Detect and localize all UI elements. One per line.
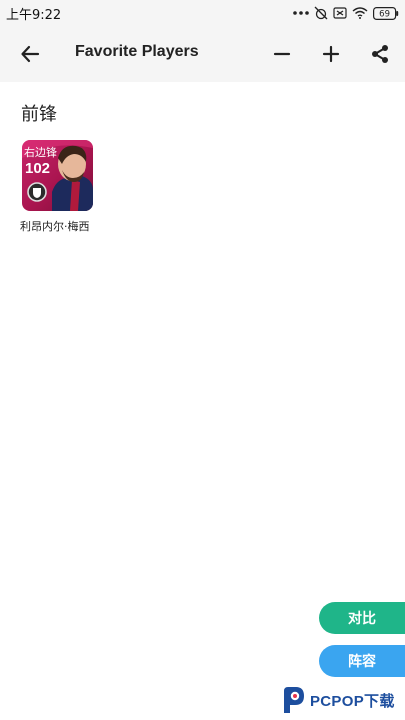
page-title: Favorite Players [75,43,199,60]
status-bar: 上午9:22 69 [0,0,405,26]
section-title: 前锋 [21,104,57,125]
share-button[interactable] [366,40,394,68]
watermark-logo-icon [284,687,304,713]
back-button[interactable] [16,40,44,68]
card-rating: 102 [25,160,51,177]
more-dots-icon [293,11,309,15]
lineup-button[interactable]: 阵容 [319,645,405,677]
watermark: PCPOP下载 [280,684,395,716]
app-screen: 上午9:22 69 Favorite Players 前锋 右边锋 102 利昂… [0,0,405,720]
player-card[interactable]: 右边锋 102 利昂内尔·梅西 [20,138,96,238]
minus-icon [273,52,291,56]
compare-button[interactable]: 对比 [319,602,405,634]
plus-icon [322,45,340,63]
status-time: 上午9:22 [6,8,62,23]
wifi-icon [352,7,368,19]
arrow-back-icon [21,45,40,63]
sim-card-icon [333,7,347,19]
status-icons: 69 [293,3,399,23]
app-bar: Favorite Players [0,26,405,82]
share-icon [372,45,388,63]
battery-level: 69 [379,9,390,19]
battery-icon: 69 [373,6,399,20]
alarm-off-icon [314,6,328,20]
player-name: 利昂内尔·梅西 [20,220,90,233]
card-position-badge: 右边锋 [24,146,57,159]
remove-button[interactable] [268,40,296,68]
player-avatar: 右边锋 102 [22,140,93,211]
add-button[interactable] [317,40,345,68]
watermark-text: PCPOP下载 [310,692,395,710]
